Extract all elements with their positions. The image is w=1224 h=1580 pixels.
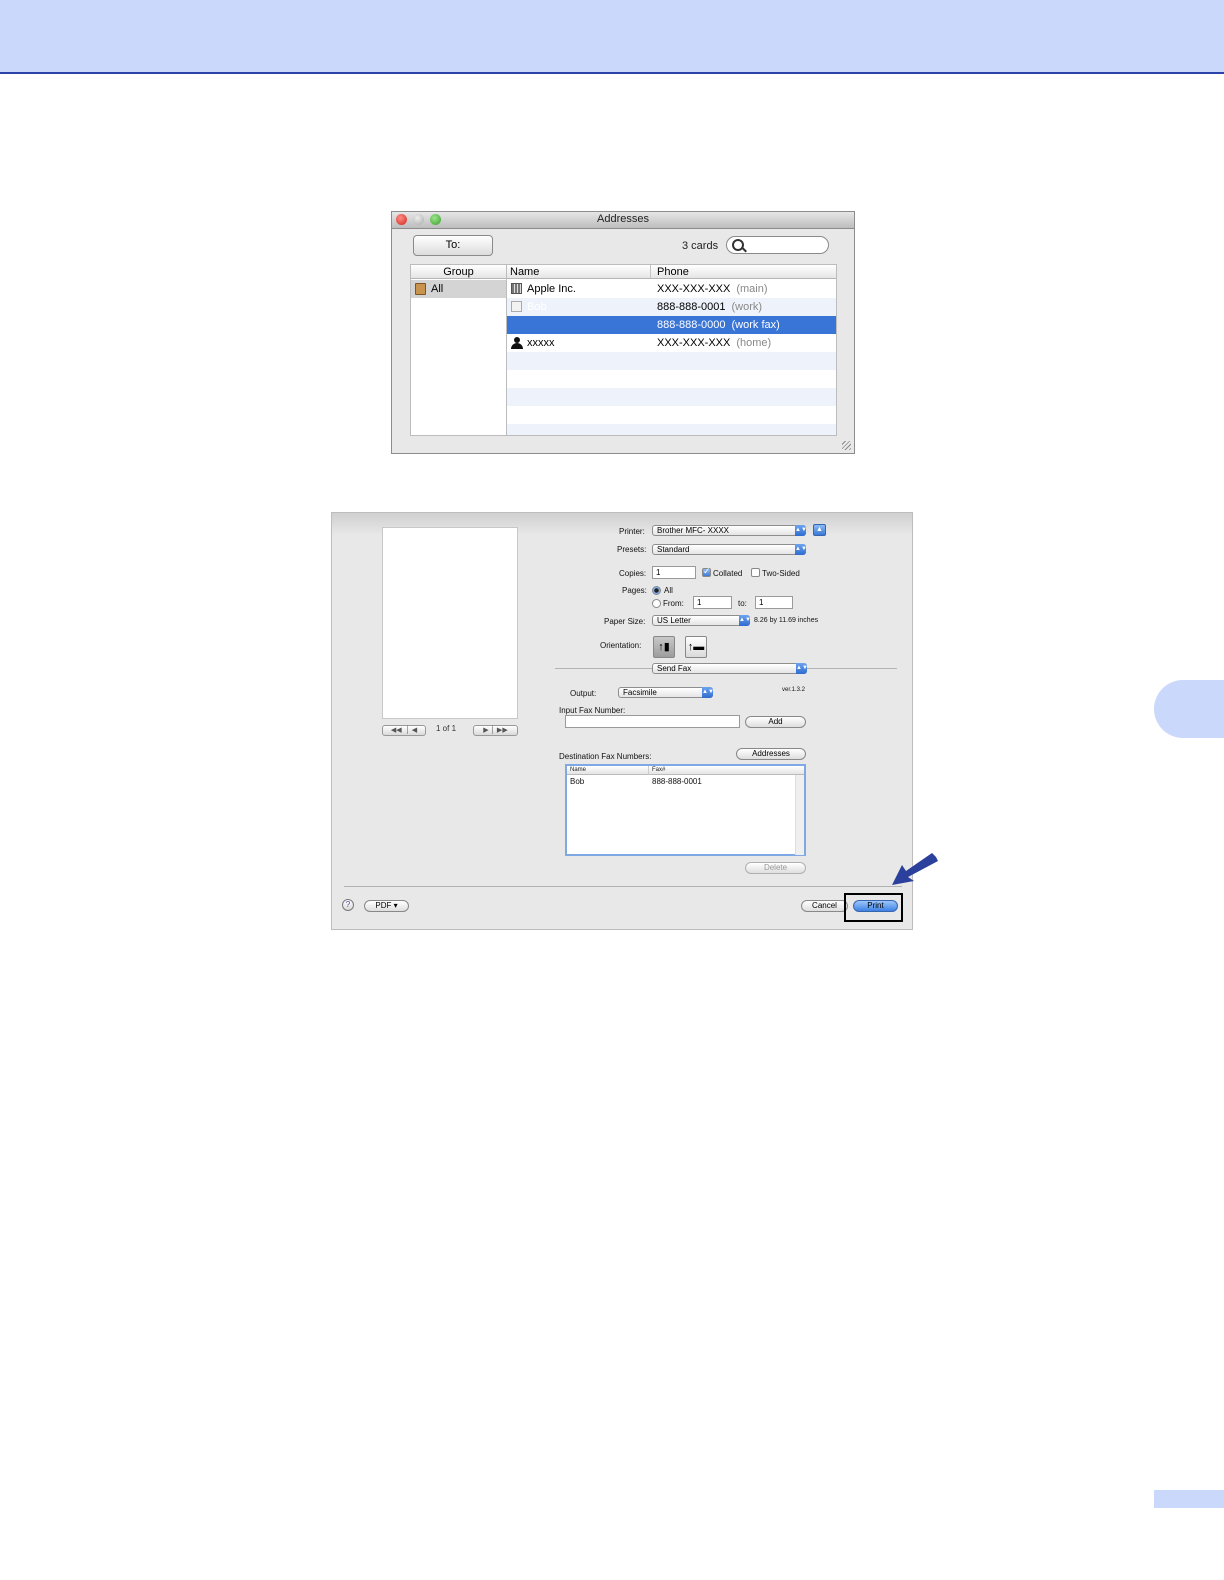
- group-list: Group All: [410, 264, 507, 436]
- table-scrollbar[interactable]: [795, 775, 804, 855]
- window-title: Addresses: [597, 213, 649, 225]
- print-dialog: ◀◀ │ ◀ 1 of 1 ▶ │ ▶▶ Printer: Brother MF…: [331, 512, 913, 930]
- contact-phone: XXX-XXX-XXX (home): [657, 337, 772, 349]
- cards-count: 3 cards: [682, 240, 719, 252]
- collated-checkbox[interactable]: [702, 566, 711, 577]
- pages-all-label: All: [664, 586, 673, 595]
- pdf-menu-button[interactable]: PDF ▾: [364, 900, 409, 912]
- printer-label: Printer:: [619, 527, 645, 536]
- output-label: Output:: [570, 689, 597, 698]
- fax-number-input[interactable]: [565, 715, 740, 728]
- copies-label: Copies:: [619, 569, 647, 578]
- updown-arrows-icon: ▲▼: [795, 525, 807, 536]
- pages-all-radio[interactable]: [652, 586, 661, 595]
- cancel-button[interactable]: Cancel: [801, 900, 848, 912]
- contact-name: Bob: [527, 301, 547, 313]
- contact-phone: 888-888-0000 (work fax): [657, 319, 780, 331]
- portrait-icon: ↑▮: [658, 641, 670, 653]
- contact-phone-row[interactable]: 888-888-0000 (work fax): [507, 316, 836, 334]
- search-input[interactable]: [726, 236, 829, 254]
- empty-row: [507, 388, 836, 406]
- page-header-band: [0, 0, 1224, 74]
- updown-arrows-icon: ▲▼: [795, 544, 807, 555]
- building-icon: [511, 283, 522, 294]
- pointer-arrow-icon: [892, 853, 938, 885]
- fax-column-header[interactable]: Fax#: [649, 766, 804, 775]
- empty-row: [507, 352, 836, 370]
- paper-size-label: Paper Size:: [604, 617, 646, 626]
- help-button[interactable]: ?: [342, 899, 354, 911]
- pages-to-label: to:: [738, 599, 747, 608]
- pages-from-field[interactable]: 1: [693, 596, 732, 609]
- contact-row[interactable]: Bob 888-888-0001 (work): [507, 298, 836, 316]
- contact-list: Name Phone Apple Inc. XXX-XXX-XXX (main) …: [507, 264, 837, 436]
- pages-label: Pages:: [622, 586, 647, 595]
- orientation-label: Orientation:: [600, 641, 642, 650]
- destination-fax[interactable]: 888-888-0001: [652, 777, 702, 786]
- updown-arrows-icon: ▲▼: [796, 663, 808, 674]
- chapter-side-tab: [1154, 680, 1224, 738]
- updown-arrows-icon: ▲▼: [702, 687, 714, 698]
- add-button[interactable]: Add: [745, 716, 806, 728]
- addresses-window: Addresses To: 3 cards Group All Name Pho…: [391, 211, 855, 454]
- pages-from-radio[interactable]: [652, 599, 661, 608]
- folder-icon: [415, 283, 426, 295]
- bottom-divider: [344, 886, 902, 887]
- empty-row: [507, 424, 836, 435]
- card-icon: [511, 301, 522, 312]
- collapse-details-button[interactable]: ▲: [813, 524, 826, 536]
- updown-arrows-icon: ▲▼: [739, 615, 751, 626]
- contact-name: Apple Inc.: [527, 283, 576, 295]
- search-icon: [732, 239, 744, 251]
- landscape-icon: ↑▬: [687, 641, 705, 653]
- destination-table: Name Fax# Bob 888-888-0001: [565, 764, 806, 856]
- print-button-highlight: [844, 893, 903, 922]
- group-item-label: All: [431, 283, 444, 295]
- contact-phone: XXX-XXX-XXX (main): [657, 283, 768, 295]
- page-indicator: 1 of 1: [436, 724, 457, 733]
- next-last-page-buttons[interactable]: ▶ │ ▶▶: [473, 725, 518, 736]
- first-prev-page-buttons[interactable]: ◀◀ │ ◀: [382, 725, 426, 736]
- two-sided-label: Two-Sided: [762, 569, 800, 578]
- contact-row[interactable]: Apple Inc. XXX-XXX-XXX (main): [507, 280, 836, 298]
- two-sided-checkbox[interactable]: [751, 568, 760, 577]
- presets-select[interactable]: Standard ▲▼: [652, 544, 807, 555]
- paper-size-select[interactable]: US Letter ▲▼: [652, 615, 751, 626]
- pages-from-label: From:: [663, 599, 684, 608]
- landscape-orientation-button[interactable]: ↑▬: [685, 636, 707, 658]
- contact-phone: 888-888-0001 (work): [657, 301, 763, 313]
- version-label: ver.1.3.2: [782, 687, 806, 693]
- copies-field[interactable]: 1: [652, 566, 696, 579]
- group-column-header[interactable]: Group: [411, 265, 506, 279]
- name-column-header[interactable]: Name: [567, 766, 649, 775]
- print-preview: [382, 527, 518, 719]
- collated-label: Collated: [713, 569, 743, 578]
- group-item-all[interactable]: All: [411, 280, 506, 298]
- person-icon: [511, 337, 523, 349]
- output-select[interactable]: Facsimile ▲▼: [618, 687, 714, 698]
- destination-name[interactable]: Bob: [570, 777, 584, 786]
- addresses-button[interactable]: Addresses: [736, 748, 806, 760]
- contact-row[interactable]: xxxxx XXX-XXX-XXX (home): [507, 334, 836, 352]
- destination-label: Destination Fax Numbers:: [559, 752, 652, 761]
- page-number-tab: [1154, 1490, 1224, 1508]
- title-bar[interactable]: Addresses: [392, 212, 854, 229]
- panel-select[interactable]: Send Fax ▲▼: [652, 663, 808, 674]
- phone-column-header[interactable]: Phone: [651, 265, 836, 279]
- portrait-orientation-button[interactable]: ↑▮: [653, 636, 675, 658]
- presets-label: Presets:: [617, 545, 647, 554]
- contact-name: xxxxx: [527, 337, 555, 349]
- input-fax-label: Input Fax Number:: [559, 706, 626, 715]
- resize-grip-icon[interactable]: [842, 441, 851, 450]
- to-button[interactable]: To:: [413, 235, 493, 256]
- delete-button[interactable]: Delete: [745, 862, 806, 874]
- pages-to-field[interactable]: 1: [755, 596, 793, 609]
- name-column-header[interactable]: Name: [507, 265, 651, 279]
- printer-select[interactable]: Brother MFC- XXXX ▲▼: [652, 525, 807, 536]
- paper-dimensions: 8.26 by 11.69 inches: [754, 617, 819, 624]
